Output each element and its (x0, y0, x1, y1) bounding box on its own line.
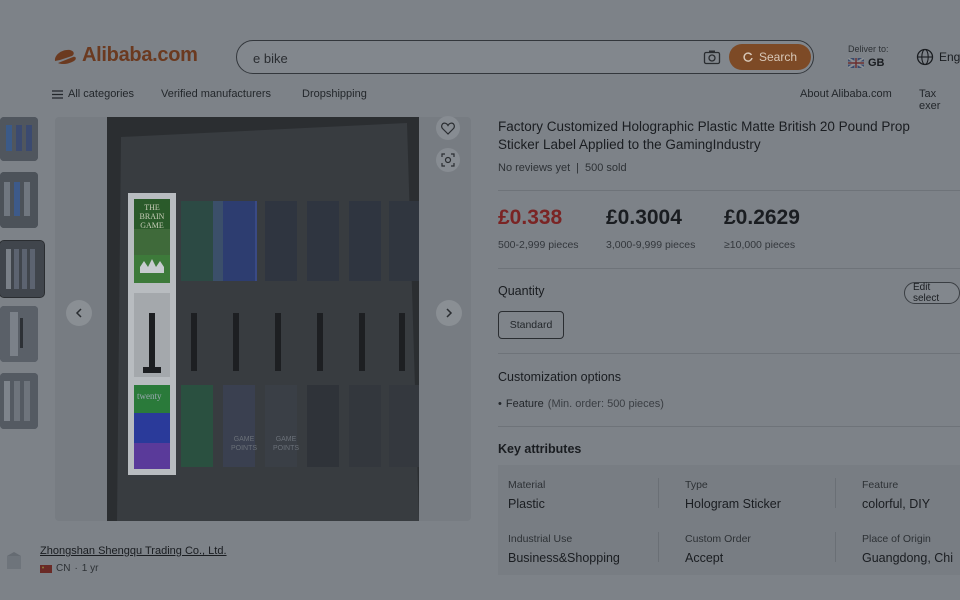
feature-min-order: (Min. order: 500 pieces) (547, 398, 664, 410)
all-categories-menu[interactable]: All categories (52, 88, 134, 100)
alibaba-logo[interactable]: Alibaba.com (52, 44, 198, 67)
product-title-line2: Sticker Label Applied to the GamingIndus… (498, 137, 761, 152)
edit-selection-button[interactable]: Edit select (904, 282, 960, 304)
attribute-industrial-use: Industrial Use Business&Shopping (508, 533, 620, 565)
option-standard[interactable]: Standard (498, 311, 564, 339)
stats-divider: | (576, 162, 579, 174)
deliver-to[interactable]: Deliver to: GB (847, 44, 889, 69)
price-tier-2: £0.3004 (606, 206, 682, 229)
thumbnail-image (0, 373, 38, 429)
attribute-feature: Feature colorful, DIY (862, 479, 931, 511)
attribute-custom-order: Custom Order Accept (685, 533, 751, 565)
search-input[interactable] (251, 48, 685, 68)
logo-text: Alibaba.com (82, 44, 198, 66)
attr-separator (658, 478, 659, 508)
nav-dropshipping[interactable]: Dropshipping (302, 88, 367, 100)
thumbnail-image (0, 306, 38, 362)
thumbnail-2[interactable] (0, 172, 38, 228)
alibaba-logo-icon (54, 49, 76, 64)
nav-about[interactable]: About Alibaba.com (800, 88, 892, 100)
product-title-line1: Factory Customized Holographic Plastic M… (498, 119, 910, 134)
search-button[interactable]: Search (729, 44, 811, 70)
key-attributes-title: Key attributes (498, 442, 582, 456)
price-tier-1-range: 500-2,999 pieces (498, 239, 579, 251)
visual-search-button[interactable] (436, 148, 460, 172)
image-label-brain-game: THE BRAIN GAME (139, 203, 165, 230)
thumbnail-1[interactable] (0, 117, 38, 161)
cn-flag-icon (40, 564, 52, 573)
divider (498, 268, 960, 269)
chevron-left-icon (75, 308, 82, 318)
divider (498, 190, 960, 191)
product-photo (107, 117, 419, 521)
sold-count: 500 sold (585, 162, 627, 174)
menu-icon (52, 89, 63, 99)
product-stats: No reviews yet | 500 sold (498, 162, 627, 174)
globe-icon[interactable] (916, 48, 934, 66)
gallery-next-button[interactable] (436, 300, 462, 326)
all-categories-label: All categories (68, 88, 135, 100)
attribute-material: Material Plastic (508, 479, 546, 511)
price-tier-3-range: ≥10,000 pieces (724, 239, 796, 251)
favorite-button[interactable] (436, 116, 460, 140)
image-label-twenty: twenty (137, 391, 162, 401)
supplier-country: CN (56, 563, 71, 574)
supplier-years: 1 yr (81, 563, 99, 574)
price-tier-1: £0.338 (498, 206, 563, 229)
price-tier-3: £0.2629 (724, 206, 800, 229)
scan-icon (441, 153, 455, 167)
thumbnail-image (0, 172, 38, 228)
product-main-image[interactable]: THE BRAIN GAME twenty GAME POINTS GAME POI… (107, 117, 419, 521)
deliver-label: Deliver to: (848, 44, 889, 54)
divider (498, 353, 960, 354)
uk-flag-icon (847, 57, 865, 69)
price-tier-2-range: 3,000-9,999 pieces (606, 239, 696, 251)
chevron-right-icon (446, 308, 453, 318)
attribute-place-of-origin: Place of Origin Guangdong, Chi (862, 533, 954, 565)
thumbnail-image (0, 117, 38, 161)
thumbnail-5[interactable] (0, 373, 38, 429)
thumbnail-3-selected[interactable] (0, 240, 45, 298)
customization-feature[interactable]: • Feature (Min. order: 500 pieces) (498, 398, 664, 410)
gallery-prev-button[interactable] (66, 300, 92, 326)
supplier-avatar (7, 552, 21, 569)
thumbnail-4[interactable] (0, 306, 38, 362)
quantity-label: Quantity (498, 284, 545, 298)
deliver-country: GB (868, 57, 885, 69)
bullet: • (498, 398, 502, 410)
search-icon (743, 51, 753, 62)
search-bar: Search (236, 40, 814, 74)
supplier-name-link[interactable]: Zhongshan Shengqu Trading Co., Ltd. (40, 545, 227, 557)
nav-tax-exemption[interactable]: Tax exer (919, 88, 960, 112)
reviews-count[interactable]: No reviews yet (498, 162, 570, 174)
feature-name: Feature (505, 398, 544, 410)
separator-dot: · (74, 563, 78, 574)
camera-search-icon[interactable] (703, 49, 721, 65)
image-label-game-points: GAME POINTS (272, 436, 300, 452)
supplier-meta: CN · 1 yr (40, 563, 98, 574)
nav-verified-manufacturers[interactable]: Verified manufacturers (161, 88, 271, 100)
thumbnail-image (0, 241, 44, 297)
divider (498, 426, 960, 427)
attr-separator (835, 532, 836, 562)
language-selector[interactable]: Eng (939, 50, 960, 64)
heart-icon (441, 122, 455, 135)
customization-title: Customization options (498, 370, 621, 384)
search-button-label: Search (758, 50, 798, 64)
image-label-game-points: GAME POINTS (230, 436, 258, 452)
attr-separator (835, 478, 836, 508)
attr-separator (658, 532, 659, 562)
product-title: Factory Customized Holographic Plastic M… (498, 118, 960, 154)
attribute-type: Type Hologram Sticker (685, 479, 781, 511)
